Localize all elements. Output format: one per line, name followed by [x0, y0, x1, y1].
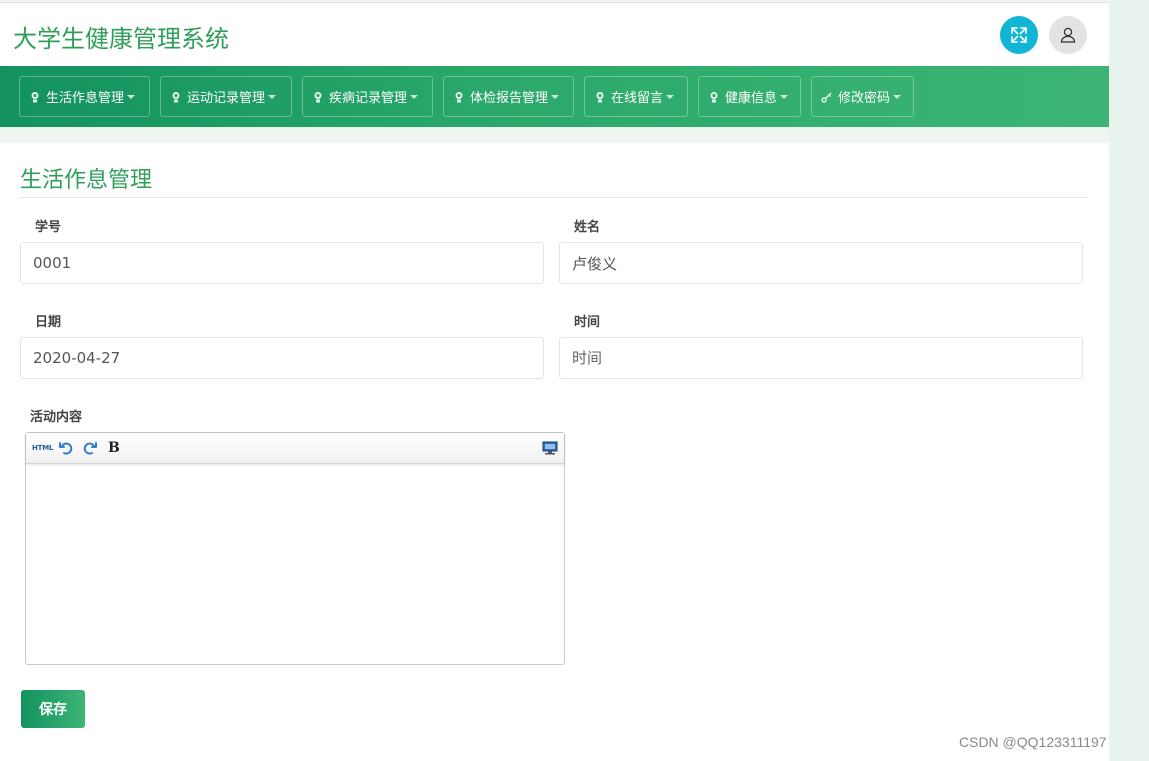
nav-item-label: 体检报告管理	[470, 91, 549, 106]
editor-content-area[interactable]	[26, 464, 564, 664]
expand-icon	[1011, 27, 1027, 43]
health-icon	[708, 91, 720, 103]
name-label: 姓名	[574, 220, 601, 235]
watermark: CSDN @QQ123311197	[959, 734, 1107, 750]
student-id-input[interactable]	[20, 242, 544, 284]
caret-down-icon	[551, 94, 560, 99]
rich-text-editor: HTML B	[25, 432, 565, 665]
user-button[interactable]	[1049, 16, 1087, 54]
redo-button[interactable]	[82, 439, 98, 457]
nav-item-change-password[interactable]: 修改密码	[811, 76, 914, 117]
preview-button[interactable]	[542, 439, 558, 457]
fullscreen-button[interactable]	[1000, 16, 1038, 54]
caret-down-icon	[780, 94, 789, 99]
caret-down-icon	[410, 94, 419, 99]
student-id-label: 学号	[35, 220, 62, 235]
app-title: 大学生健康管理系统	[13, 25, 229, 53]
health-icon	[312, 91, 324, 103]
header: 大学生健康管理系统	[0, 2, 1109, 66]
nav-item-label: 生活作息管理	[46, 91, 125, 106]
user-icon	[1060, 27, 1076, 43]
html-source-button[interactable]: HTML	[32, 439, 53, 457]
bold-button[interactable]: B	[108, 439, 120, 457]
save-button[interactable]: 保存	[21, 690, 85, 728]
name-input[interactable]	[559, 242, 1083, 284]
nav-item-label: 健康信息	[725, 91, 778, 106]
caret-down-icon	[666, 94, 675, 99]
nav-item-health-info[interactable]: 健康信息	[698, 76, 801, 117]
nav-item-label: 疾病记录管理	[329, 91, 408, 106]
nav-item-lifestyle[interactable]: 生活作息管理	[19, 76, 150, 117]
date-label: 日期	[35, 315, 62, 330]
form-panel: 生活作息管理 学号 姓名 日期 时间 活动内容 HTML B	[0, 143, 1109, 761]
nav-item-checkup[interactable]: 体检报告管理	[443, 76, 574, 117]
redo-icon	[83, 442, 97, 455]
caret-down-icon	[893, 94, 902, 99]
time-input[interactable]	[559, 337, 1083, 379]
health-icon	[594, 91, 606, 103]
nav-item-illness[interactable]: 疾病记录管理	[302, 76, 433, 117]
monitor-icon	[542, 441, 558, 455]
nav-item-messages[interactable]: 在线留言	[584, 76, 688, 117]
caret-down-icon	[127, 94, 136, 99]
nav-item-label: 运动记录管理	[187, 91, 266, 106]
key-icon	[821, 91, 833, 103]
editor-toolbar: HTML B	[26, 433, 564, 464]
caret-down-icon	[268, 94, 277, 99]
page: 大学生健康管理系统 生活作息管理 运动记录管理 疾病记录管理 体检报告管理 在线…	[0, 0, 1109, 761]
health-icon	[453, 91, 465, 103]
page-title: 生活作息管理	[20, 168, 153, 193]
content-label: 活动内容	[30, 410, 83, 425]
main-nav: 生活作息管理 运动记录管理 疾病记录管理 体检报告管理 在线留言 健康信息 修改…	[0, 66, 1109, 127]
health-icon	[170, 91, 182, 103]
health-icon	[29, 91, 41, 103]
undo-icon	[59, 442, 73, 455]
nav-item-label: 在线留言	[611, 91, 664, 106]
time-label: 时间	[574, 315, 601, 330]
title-divider	[20, 197, 1088, 198]
date-input[interactable]	[20, 337, 544, 379]
nav-item-label: 修改密码	[838, 91, 891, 106]
undo-button[interactable]	[58, 439, 74, 457]
nav-item-exercise[interactable]: 运动记录管理	[160, 76, 292, 117]
